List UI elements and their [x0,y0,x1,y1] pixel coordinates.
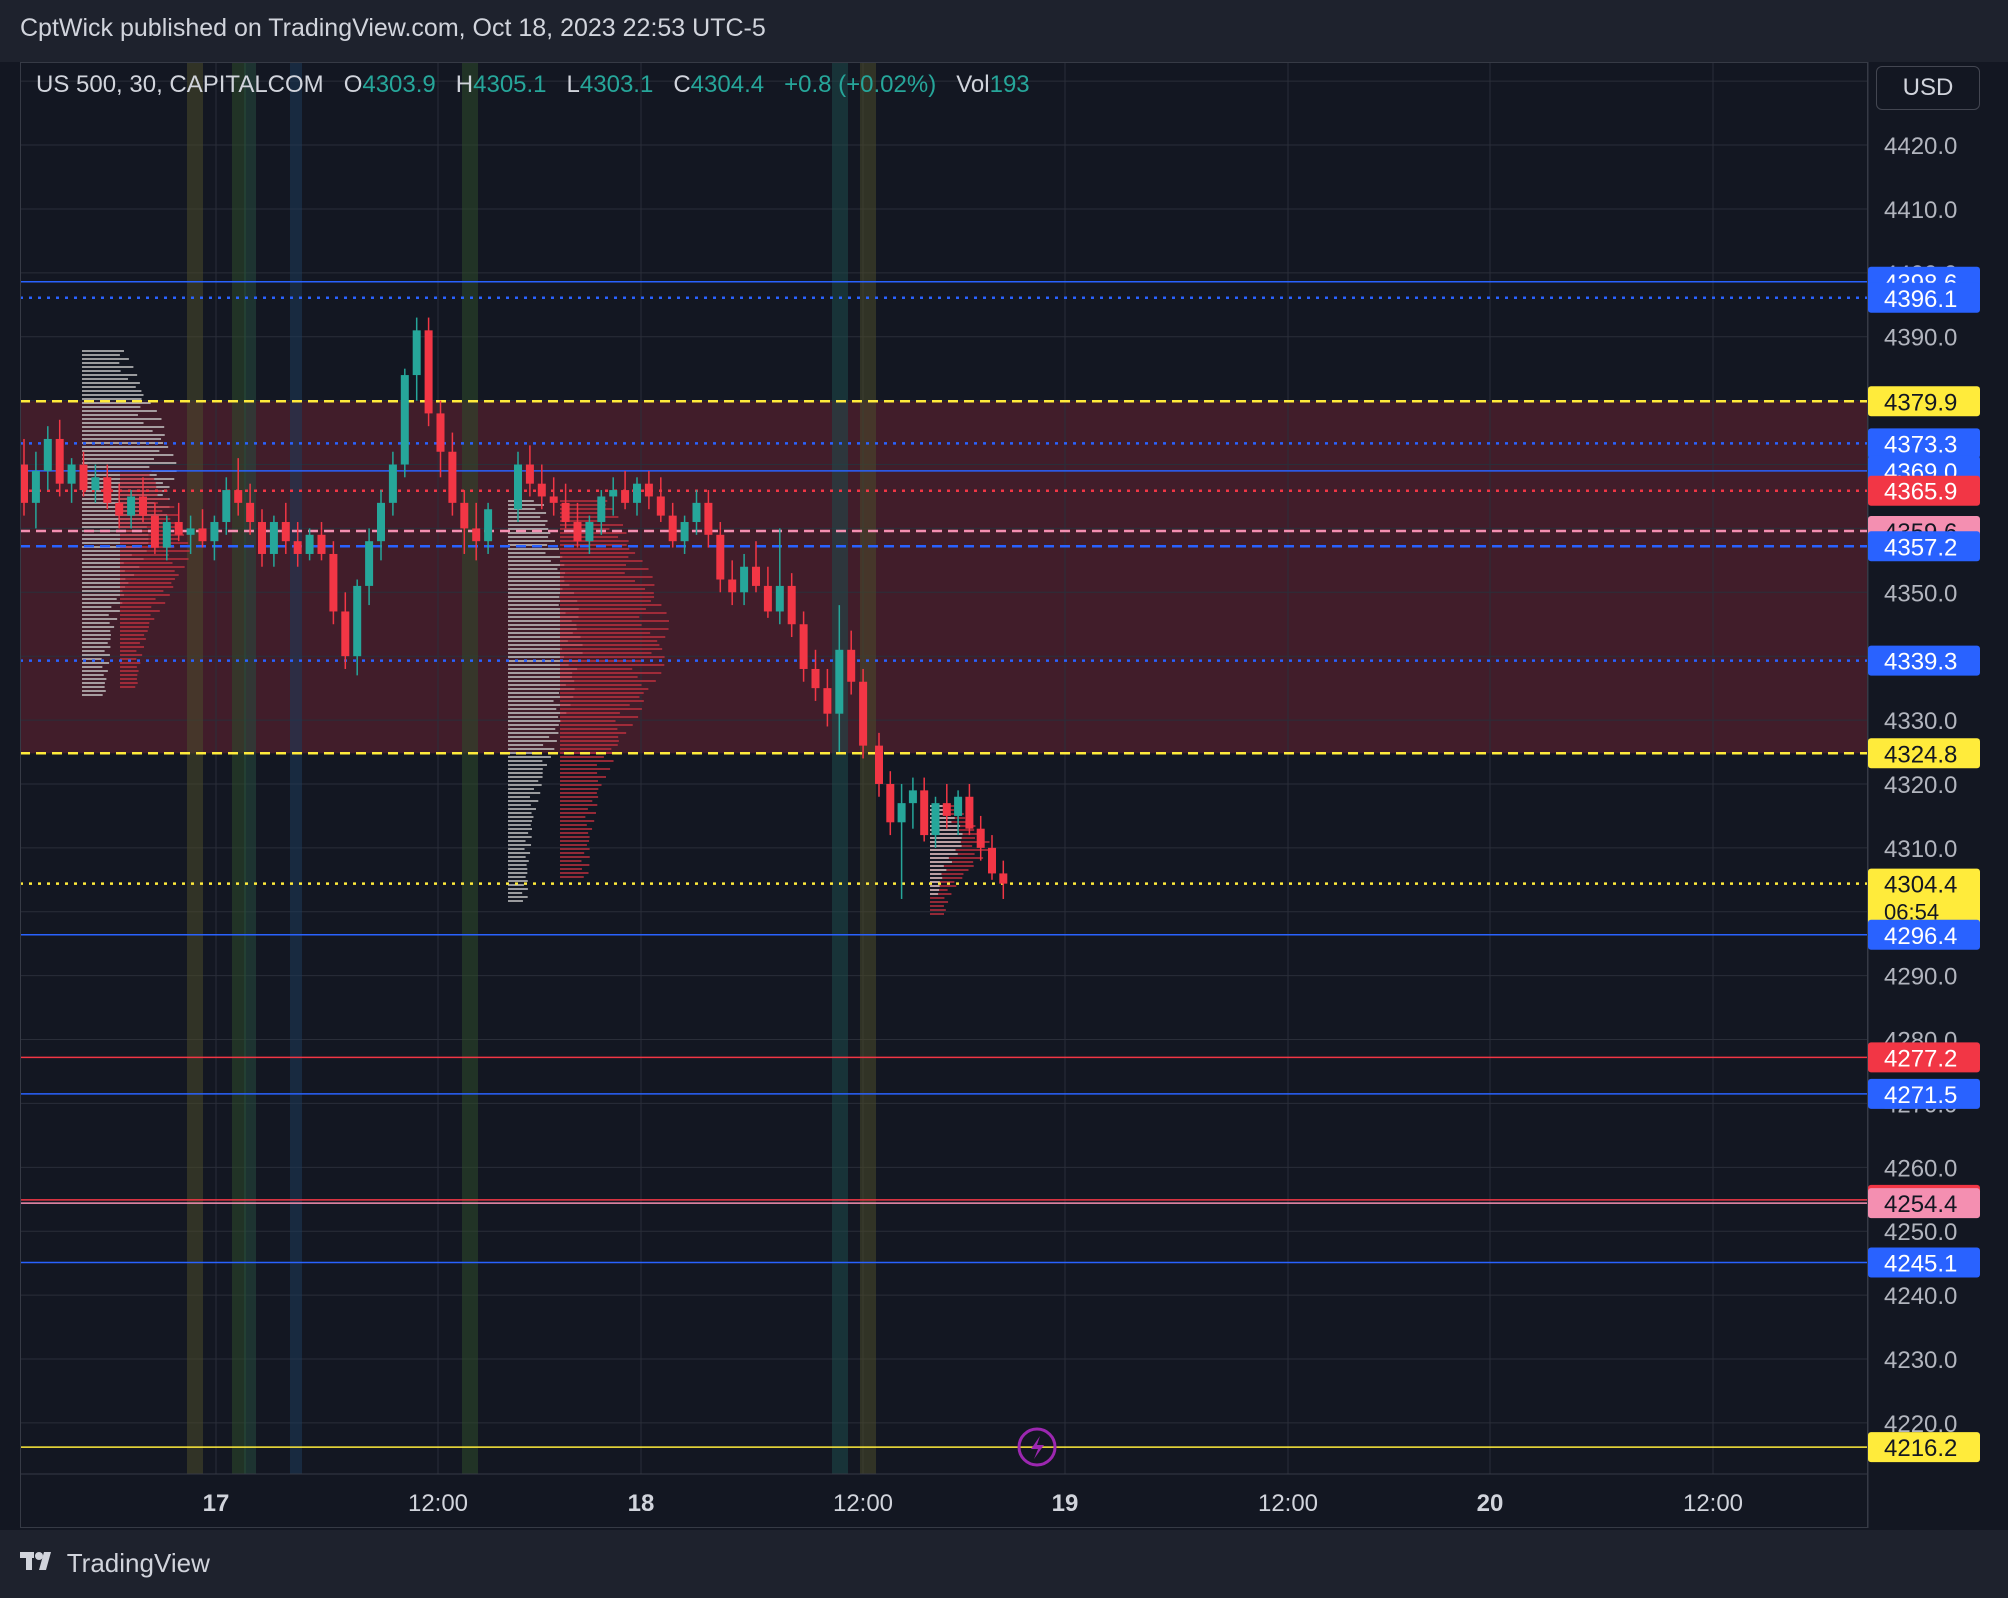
y-tick-label: 4390.0 [1884,325,1957,352]
y-tick-label: 4420.0 [1884,133,1957,160]
price-level-label: 4304.4 [1884,872,1957,899]
symbol-name: US 500, 30, CAPITALCOM [36,71,324,98]
price-level-label: 4245.1 [1884,1251,1957,1278]
y-tick-label: 4260.0 [1884,1155,1957,1182]
price-level-label: 4396.1 [1884,286,1957,313]
open-label: O [343,71,363,98]
y-tick-label: 4320.0 [1884,772,1957,799]
tradingview-logo[interactable]: TradingView [20,1548,210,1579]
vol-label: Vol [956,71,990,98]
price-level-label: 4324.8 [1884,741,1957,768]
close-value: 4304.4 [690,71,765,98]
y-tick-label: 4240.0 [1884,1283,1957,1310]
price-level-label: 4277.2 [1884,1045,1957,1072]
price-level-label: 4379.9 [1884,389,1957,416]
y-tick-label: 4250.0 [1884,1219,1957,1246]
price-level-label: 4339.3 [1884,649,1957,676]
open-value: 4303.9 [362,71,436,98]
vol-value: 193 [989,71,1030,98]
price-level-label: 4216.2 [1884,1435,1957,1462]
y-tick-label: 4310.0 [1884,836,1957,863]
price-level-label: 4357.2 [1884,534,1957,561]
change-value: +0.8 (+0.02%) [784,71,937,98]
currency-button[interactable]: USD [1876,66,1980,110]
price-level-label: 4373.3 [1884,431,1957,458]
low-label: L [566,71,580,98]
high-value: 4305.1 [473,71,547,98]
high-label: H [455,71,474,98]
price-level-label: 4365.9 [1884,479,1957,506]
price-level-label: 4271.5 [1884,1082,1957,1109]
y-tick-label: 4330.0 [1884,708,1957,735]
tradingview-logo-icon [20,1548,60,1579]
tradingview-brand: TradingView [66,1548,210,1578]
low-value: 4303.1 [579,71,654,98]
close-label: C [673,71,691,98]
y-tick-label: 4410.0 [1884,197,1957,224]
y-tick-label: 4230.0 [1884,1347,1957,1374]
price-level-label: 4254.4 [1884,1191,1957,1218]
y-tick-label: 4290.0 [1884,964,1957,991]
price-level-label: 4296.4 [1884,923,1957,950]
chart-frame [20,62,1868,1528]
symbol-info: US 500, 30, CAPITALCOM O4303.9 H4305.1 L… [36,71,1030,99]
footer-bar [0,1530,2008,1598]
y-tick-label: 4350.0 [1884,580,1957,607]
